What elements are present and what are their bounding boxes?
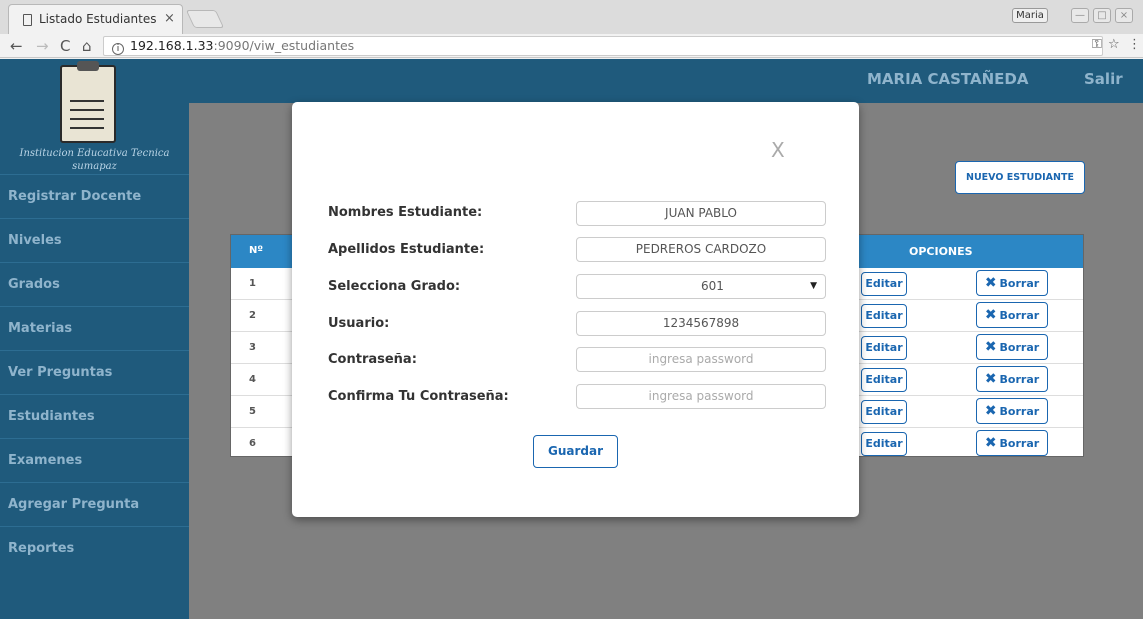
new-tab-button[interactable] xyxy=(185,10,225,28)
row-number: 5 xyxy=(249,406,256,417)
new-student-button[interactable]: NUEVO ESTUDIANTE xyxy=(955,161,1085,194)
top-bar: MARIA CASTAÑEDA Salir xyxy=(189,59,1143,103)
edit-button[interactable]: Editar xyxy=(861,336,907,360)
menu-icon[interactable]: ⋮ xyxy=(1128,37,1141,52)
logo-area: Institucion Educativa Tecnica sumapaz xyxy=(0,59,189,175)
school-name: Institucion Educativa Tecnica sumapaz xyxy=(19,148,170,172)
sidebar-item-examenes[interactable]: Examenes xyxy=(0,439,189,483)
column-header-options: OPCIONES xyxy=(909,245,973,258)
info-icon[interactable]: i xyxy=(112,43,124,55)
column-header-number: Nº xyxy=(249,245,264,256)
browser-tab-bar: Listado Estudiantes × Maria — □ × xyxy=(0,0,1143,34)
sidebar-item-registrar-docente[interactable]: Registrar Docente xyxy=(0,175,189,219)
home-icon[interactable]: ⌂ xyxy=(82,37,92,55)
close-window-icon[interactable]: × xyxy=(1115,8,1133,23)
row-number: 6 xyxy=(249,438,256,449)
delete-button[interactable]: ✖ Borrar xyxy=(976,270,1048,296)
url-path: :9090/viw_estudiantes xyxy=(213,38,355,53)
url-input[interactable]: i 192.168.1.33:9090/viw_estudiantes xyxy=(103,36,1103,56)
edit-button[interactable]: Editar xyxy=(861,400,907,424)
dropdown-arrow-icon: ▼ xyxy=(810,281,817,291)
last-name-input[interactable]: PEDREROS CARDOZO xyxy=(576,237,826,262)
grade-value: 601 xyxy=(701,279,724,293)
first-name-label: Nombres Estudiante: xyxy=(328,205,483,220)
sidebar-item-reportes[interactable]: Reportes xyxy=(0,527,189,571)
sidebar-item-ver-preguntas[interactable]: Ver Preguntas xyxy=(0,351,189,395)
username-label: Usuario: xyxy=(328,316,390,331)
confirm-password-label: Confirma Tu Contraseña: xyxy=(328,389,509,404)
username-input[interactable]: 1234567898 xyxy=(576,311,826,336)
tab-title: Listado Estudiantes xyxy=(39,12,157,26)
delete-button[interactable]: ✖ Borrar xyxy=(976,398,1048,424)
x-icon: ✖ xyxy=(984,435,997,451)
profile-badge[interactable]: Maria xyxy=(1012,8,1048,23)
edit-button[interactable]: Editar xyxy=(861,272,907,296)
sidebar-item-grados[interactable]: Grados xyxy=(0,263,189,307)
page-icon xyxy=(23,14,32,26)
edit-button[interactable]: Editar xyxy=(861,368,907,392)
user-name: MARIA CASTAÑEDA xyxy=(867,70,1029,88)
confirm-password-input[interactable]: ingresa password xyxy=(576,384,826,409)
sidebar-item-estudiantes[interactable]: Estudiantes xyxy=(0,395,189,439)
sidebar: Institucion Educativa Tecnica sumapaz Re… xyxy=(0,59,189,619)
forward-icon[interactable]: → xyxy=(36,37,49,55)
grade-select[interactable]: 601 ▼ xyxy=(576,274,826,299)
x-icon: ✖ xyxy=(984,339,997,355)
save-button[interactable]: Guardar xyxy=(533,435,618,468)
tab-close-icon[interactable]: × xyxy=(164,11,175,26)
grade-label: Selecciona Grado: xyxy=(328,279,461,294)
x-icon: ✖ xyxy=(984,371,997,387)
app-area: Institucion Educativa Tecnica sumapaz Re… xyxy=(0,59,1143,619)
key-icon[interactable]: ⚿ xyxy=(1092,37,1102,52)
url-host: 192.168.1.33 xyxy=(130,38,214,53)
edit-button[interactable]: Editar xyxy=(861,304,907,328)
row-number: 4 xyxy=(249,374,256,385)
browser-tab[interactable]: Listado Estudiantes × xyxy=(8,4,183,34)
first-name-input[interactable]: JUAN PABLO xyxy=(576,201,826,226)
sidebar-item-materias[interactable]: Materias xyxy=(0,307,189,351)
delete-button[interactable]: ✖ Borrar xyxy=(976,334,1048,360)
back-icon[interactable]: ← xyxy=(10,37,23,55)
reload-icon[interactable]: C xyxy=(60,37,70,55)
delete-button[interactable]: ✖ Borrar xyxy=(976,430,1048,456)
x-icon: ✖ xyxy=(984,307,997,323)
row-number: 3 xyxy=(249,342,256,353)
student-modal: X Nombres Estudiante: JUAN PABLO Apellid… xyxy=(292,102,859,517)
delete-button[interactable]: ✖ Borrar xyxy=(976,302,1048,328)
delete-button[interactable]: ✖ Borrar xyxy=(976,366,1048,392)
edit-button[interactable]: Editar xyxy=(861,432,907,456)
row-number: 2 xyxy=(249,310,256,321)
sidebar-item-niveles[interactable]: Niveles xyxy=(0,219,189,263)
x-icon: ✖ xyxy=(984,275,997,291)
password-label: Contraseña: xyxy=(328,352,417,367)
logout-link[interactable]: Salir xyxy=(1084,70,1123,88)
minimize-icon[interactable]: — xyxy=(1071,8,1089,23)
password-input[interactable]: ingresa password xyxy=(576,347,826,372)
maximize-icon[interactable]: □ xyxy=(1093,8,1111,23)
sidebar-item-agregar-pregunta[interactable]: Agregar Pregunta xyxy=(0,483,189,527)
row-number: 1 xyxy=(249,278,256,289)
close-icon[interactable]: X xyxy=(771,138,785,162)
last-name-label: Apellidos Estudiante: xyxy=(328,242,485,257)
x-icon: ✖ xyxy=(984,403,997,419)
address-bar: ← → C ⌂ i 192.168.1.33:9090/viw_estudiant… xyxy=(0,34,1143,58)
star-icon[interactable]: ☆ xyxy=(1108,37,1120,52)
clipboard-logo-icon xyxy=(60,61,116,143)
